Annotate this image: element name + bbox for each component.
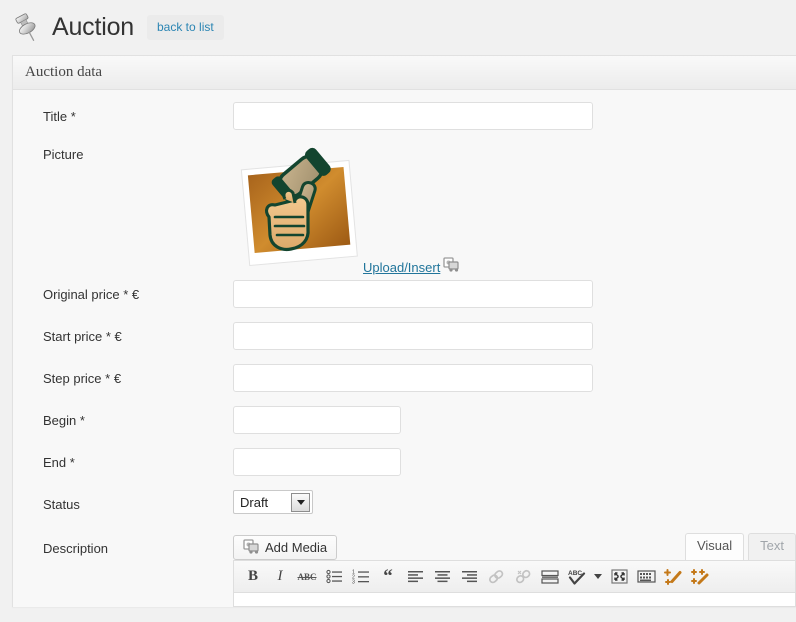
tab-text[interactable]: Text xyxy=(748,533,796,560)
upload-insert-link[interactable]: Upload/Insert xyxy=(363,260,440,275)
strikethrough-icon[interactable]: ABC xyxy=(294,565,320,589)
page-header: Auction back to list xyxy=(0,0,796,55)
page-title: Auction xyxy=(52,13,134,41)
panel-header: Auction data xyxy=(13,56,796,90)
panel-title: Auction data xyxy=(25,64,103,80)
status-select-value: Draft xyxy=(240,494,269,510)
editor-top-row: Add Media Visual Text xyxy=(233,532,796,560)
auction-data-panel: Auction data Title * Picture Upload/Inse… xyxy=(12,55,796,607)
add-media-label: Add Media xyxy=(265,540,328,555)
upload-insert-row: Upload/Insert xyxy=(363,257,796,277)
pushpin-icon xyxy=(10,11,44,45)
bold-icon[interactable]: B xyxy=(240,565,266,589)
insert-link-icon[interactable] xyxy=(483,565,509,589)
kitchen-sink-icon[interactable] xyxy=(633,565,659,589)
magic-wand-icon[interactable] xyxy=(660,565,686,589)
form-row-picture: Picture Upload/Insert xyxy=(13,144,796,280)
svg-text:3: 3 xyxy=(352,579,355,584)
spellcheck-dropdown-icon[interactable] xyxy=(591,565,605,589)
editor-tabs: Visual Text xyxy=(681,533,796,560)
start-price-input[interactable] xyxy=(233,322,593,350)
label-begin: Begin * xyxy=(43,413,85,428)
form-row-start-price: Start price * € xyxy=(13,322,796,364)
form-row-begin: Begin * xyxy=(13,406,796,448)
italic-icon[interactable]: I xyxy=(267,565,293,589)
add-media-icon xyxy=(243,538,260,557)
add-media-icon[interactable] xyxy=(443,257,460,277)
form-row-title: Title * xyxy=(13,102,796,144)
unordered-list-icon[interactable] xyxy=(321,565,347,589)
spellcheck-icon[interactable]: ABC xyxy=(564,565,590,589)
original-price-input[interactable] xyxy=(233,280,593,308)
add-media-button[interactable]: Add Media xyxy=(233,535,338,560)
form-row-step-price: Step price * € xyxy=(13,364,796,406)
label-end: End * xyxy=(43,455,75,470)
label-description: Description xyxy=(43,541,109,556)
label-step-price: Step price * € xyxy=(43,371,122,386)
form-row-status: Status Draft xyxy=(13,490,796,532)
status-select[interactable]: Draft xyxy=(233,490,313,514)
form-row-description: Description Add Media Visual Text B I AB… xyxy=(13,532,796,607)
tab-visual[interactable]: Visual xyxy=(684,533,745,560)
form-row-original-price: Original price * € xyxy=(13,280,796,322)
label-start-price: Start price * € xyxy=(43,329,122,344)
editor-content-area[interactable] xyxy=(233,593,796,607)
align-left-icon[interactable] xyxy=(402,565,428,589)
blockquote-icon[interactable]: “ xyxy=(375,565,401,589)
label-title: Title * xyxy=(43,109,76,124)
label-picture: Picture xyxy=(43,147,84,162)
back-to-list-button[interactable]: back to list xyxy=(147,14,224,41)
form-row-end: End * xyxy=(13,448,796,490)
label-original-price: Original price * € xyxy=(43,287,140,302)
fullscreen-icon[interactable] xyxy=(606,565,632,589)
auction-picture-thumbnail xyxy=(237,147,358,267)
chevron-down-icon[interactable] xyxy=(291,492,310,512)
label-status: Status xyxy=(43,497,80,512)
sparkle-wand-icon[interactable] xyxy=(687,565,713,589)
align-center-icon[interactable] xyxy=(429,565,455,589)
ordered-list-icon[interactable]: 1 2 3 xyxy=(348,565,374,589)
insert-more-tag-icon[interactable] xyxy=(537,565,563,589)
align-right-icon[interactable] xyxy=(456,565,482,589)
unlink-icon[interactable] xyxy=(510,565,536,589)
end-input[interactable] xyxy=(233,448,401,476)
title-input[interactable] xyxy=(233,102,593,130)
editor-toolbar: B I ABC 1 2 3 “ ABC xyxy=(233,560,796,593)
panel-body: Title * Picture Upload/Insert Original p… xyxy=(13,90,796,607)
begin-input[interactable] xyxy=(233,406,401,434)
step-price-input[interactable] xyxy=(233,364,593,392)
